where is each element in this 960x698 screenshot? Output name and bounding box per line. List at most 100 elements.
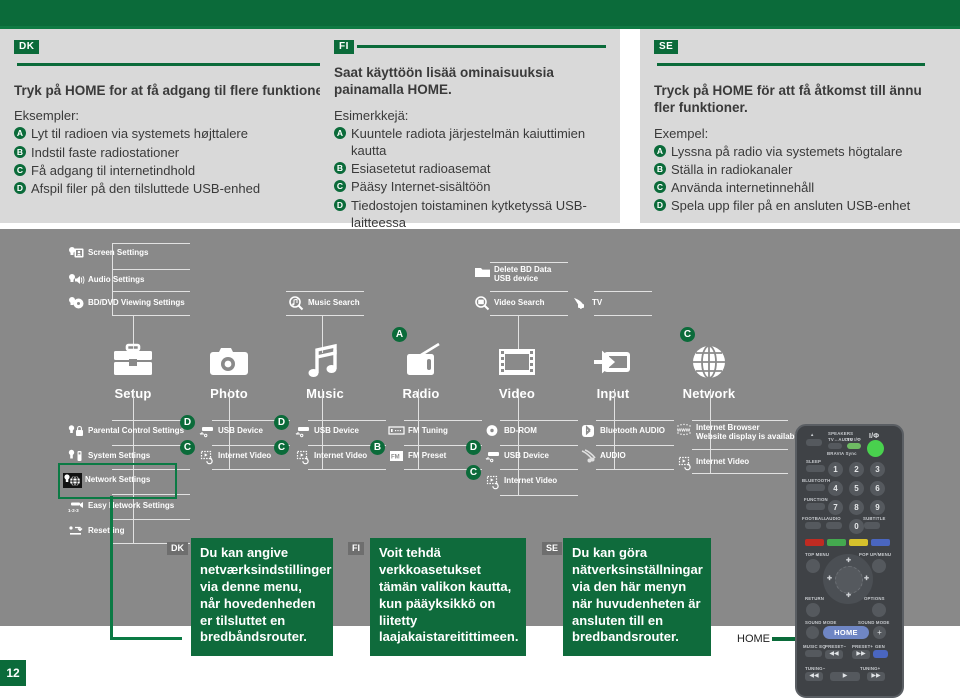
yellow-button[interactable]	[849, 539, 868, 546]
language-panel-se: SE Tryck på HOME för att få åtkomst till…	[640, 29, 960, 223]
main-icon-music[interactable]: Music	[282, 335, 368, 401]
menu-item-easy-network-settings[interactable]: 1-2-3 Easy Network Settings	[68, 499, 174, 513]
callout-badge-d: D	[466, 440, 481, 455]
sleep-button[interactable]	[806, 465, 825, 472]
radio-icon	[378, 335, 464, 381]
menu-label: Internet Browser Website display is avail…	[696, 423, 802, 442]
menu-item-music-internet-video[interactable]: Internet Video	[294, 449, 368, 465]
dpad-enter-button[interactable]	[835, 566, 863, 594]
item-label: Använda internetinnehåll	[671, 180, 815, 196]
menu-item-network-internet-video[interactable]: Internet Video	[676, 455, 750, 471]
subtitle-button[interactable]	[864, 522, 880, 529]
menu-item-screen-settings[interactable]: Screen Settings	[68, 246, 148, 260]
system-settings-icon	[68, 449, 85, 463]
music-eq-button[interactable]	[805, 650, 822, 657]
menu-label: System Settings	[88, 451, 151, 461]
tree-rule	[692, 420, 788, 421]
green-button[interactable]	[827, 539, 846, 546]
parental-lock-icon	[68, 424, 85, 438]
music-eq-label: MUSIC EQ	[803, 644, 826, 649]
tree-rule	[286, 315, 364, 316]
menu-item-photo-usb-device[interactable]: USB Device	[198, 424, 263, 438]
menu-item-fm-tuning[interactable]: FM Tuning	[388, 424, 448, 438]
fast-forward-button[interactable]: ▶▶	[867, 672, 885, 681]
menu-item-delete-bd-data[interactable]: Delete BD Data USB device	[474, 265, 551, 284]
football-button[interactable]	[805, 522, 821, 529]
main-icon-video[interactable]: Video	[474, 335, 560, 401]
bluetooth-label: BLUETOOTH	[802, 478, 831, 483]
main-icon-label: Network	[682, 386, 736, 401]
num-6-button[interactable]: 6	[870, 481, 885, 496]
menu-item-parental-control[interactable]: Parental Control Settings	[68, 424, 184, 438]
power-button[interactable]	[867, 440, 884, 457]
menu-item-audio-settings[interactable]: Audio Settings	[68, 273, 144, 287]
menu-label: Internet Video	[218, 451, 272, 461]
num-3-button[interactable]: 3	[870, 462, 885, 477]
main-icon-network[interactable]: C Network	[666, 327, 752, 401]
menu-item-tv[interactable]: TV	[572, 296, 602, 310]
menu-item-fm-preset[interactable]: FM FM Preset	[388, 449, 446, 463]
usb-device-icon	[484, 449, 501, 463]
num-5-button[interactable]: 5	[849, 481, 864, 496]
menu-item-music-search[interactable]: Music Search	[288, 296, 360, 311]
num-8-button[interactable]: 8	[849, 500, 864, 515]
main-icon-label: Music	[306, 386, 344, 401]
return-button[interactable]	[806, 603, 820, 617]
num-0-button[interactable]: 0	[849, 519, 864, 534]
num-7-button[interactable]: 7	[828, 500, 843, 515]
tree-rule	[500, 420, 578, 421]
sound-mode-right-button[interactable]: +	[873, 626, 886, 639]
preset-plus-label: PRESET+	[852, 644, 874, 649]
menu-item-video-usb-device[interactable]: USB Device	[484, 449, 549, 463]
menu-item-internet-browser[interactable]: www Internet Browser Website display is a…	[676, 423, 801, 442]
gen-button[interactable]	[873, 650, 888, 658]
function-button[interactable]	[806, 503, 825, 510]
eject-button[interactable]	[806, 439, 822, 446]
menu-item-bluetooth-audio[interactable]: Bluetooth AUDIO	[580, 424, 665, 438]
options-button[interactable]	[872, 603, 886, 617]
bluetooth-button[interactable]	[806, 484, 825, 491]
sound-mode-left-button[interactable]	[806, 626, 819, 639]
num-9-button[interactable]: 9	[870, 500, 885, 515]
menu-label: TV	[592, 298, 603, 308]
num-2-button[interactable]: 2	[849, 462, 864, 477]
callout-badge-d: D	[180, 415, 195, 430]
tv-power-button[interactable]	[847, 443, 861, 449]
dpad-left-icon: ✚	[827, 576, 833, 582]
menu-label: Internet Video	[696, 457, 750, 467]
audio-button[interactable]	[826, 522, 842, 529]
prev-track-button[interactable]: ◀◀	[825, 650, 843, 659]
red-button[interactable]	[805, 539, 824, 546]
tree-rule	[596, 420, 674, 421]
callout-tag-fi: FI	[348, 542, 364, 555]
callout-dk: Du kan angive netværksindstillinger via …	[191, 538, 333, 656]
menu-item-system-settings[interactable]: System Settings	[68, 449, 150, 463]
top-menu-button[interactable]	[806, 559, 820, 573]
tree-rule	[594, 315, 652, 316]
menu-item-music-usb-device[interactable]: USB Device	[294, 424, 359, 438]
home-button[interactable]: HOME	[823, 626, 869, 639]
menu-label: Internet Video	[314, 451, 368, 461]
num-1-button[interactable]: 1	[828, 462, 843, 477]
main-icon-input[interactable]: Input	[570, 335, 656, 401]
remote-control: ▲ SPEAKERS TV↔AUDIO TV I/Φ BRAVIA Sync I…	[795, 424, 904, 698]
menu-item-video-search[interactable]: TV Video Search	[474, 296, 545, 311]
menu-item-bd-dvd-settings[interactable]: BD/DVD Viewing Settings	[68, 296, 185, 310]
num-4-button[interactable]: 4	[828, 481, 843, 496]
function-label: FUNCTION	[804, 497, 828, 502]
menu-item-audio-input[interactable]: AUDIO	[580, 449, 626, 463]
tv-audio-button[interactable]	[828, 443, 842, 449]
menu-item-photo-internet-video[interactable]: Internet Video	[198, 449, 272, 465]
rewind-button[interactable]: ◀◀	[805, 672, 823, 681]
play-button[interactable]: ▶	[830, 672, 860, 681]
blue-button[interactable]	[871, 539, 890, 546]
main-icon-radio[interactable]: A Radio	[378, 327, 464, 401]
callout-fi: Voit tehdä verkkoasetukset tämän valikon…	[370, 538, 526, 656]
menu-item-network-settings[interactable]: Network Settings	[63, 473, 150, 488]
menu-item-video-internet-video[interactable]: Internet Video	[484, 474, 557, 490]
tree-rule	[112, 445, 190, 446]
popup-menu-button[interactable]	[872, 559, 886, 573]
menu-item-bd-rom[interactable]: BD-ROM	[484, 424, 537, 438]
next-track-button[interactable]: ▶▶	[852, 650, 870, 659]
menu-item-resetting[interactable]: Resetting	[68, 524, 124, 538]
